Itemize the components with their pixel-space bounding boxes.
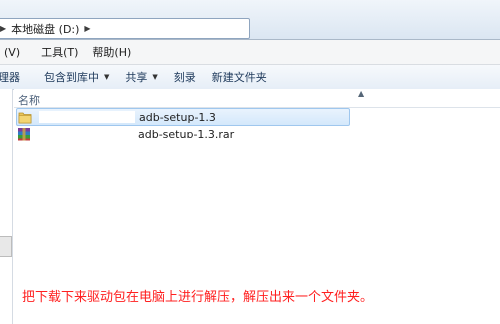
folder-icon (17, 109, 33, 125)
share-label: 共享 (125, 71, 148, 84)
rar-archive-icon (16, 126, 32, 142)
menu-tools[interactable]: 工具(T) (34, 44, 85, 60)
address-segment-root[interactable]: ▶ (0, 19, 9, 38)
burn-label: 刻录 (173, 71, 196, 84)
menu-view[interactable]: (V) (0, 46, 34, 59)
navigation-pane[interactable] (0, 89, 13, 324)
instruction-caption: 把下载下来驱动包在电脑上进行解压，解压出来一个文件夹。 (22, 290, 374, 305)
share-button[interactable]: 共享 ▼ (117, 69, 165, 85)
column-header-row: 名称 ▲ (14, 89, 500, 108)
new-folder-button[interactable]: 新建文件夹 (204, 69, 275, 85)
address-bar-area: ▶ 本地磁盘 (D:) ▶ (0, 0, 500, 40)
include-in-library-label: 包含到库中 (44, 71, 99, 84)
address-box[interactable]: ▶ 本地磁盘 (D:) ▶ (0, 18, 250, 39)
address-segment-drive[interactable]: 本地磁盘 (D:) ▶ (9, 19, 93, 38)
chevron-right-icon[interactable]: ▶ (0, 24, 9, 33)
file-row-folder[interactable]: adb-setup-1.3 (16, 108, 350, 126)
include-in-library-button[interactable]: 包含到库中 ▼ (36, 69, 117, 85)
organize-button[interactable]: 理器 (0, 69, 36, 85)
menu-bar: (V) 工具(T) 帮助(H) (0, 40, 500, 65)
command-toolbar: 理器 包含到库中 ▼ 共享 ▼ 刻录 新建文件夹 (0, 65, 500, 90)
column-header-name[interactable]: 名称 (18, 92, 40, 108)
burn-button[interactable]: 刻录 (166, 69, 204, 85)
redaction-overlay (184, 138, 318, 194)
redaction-overlay (236, 258, 318, 284)
navigation-scrollbar[interactable] (0, 236, 12, 257)
address-segment-label: 本地磁盘 (D:) (11, 22, 80, 36)
redacted-area (38, 128, 134, 140)
sort-ascending-icon: ▲ (358, 89, 365, 98)
organize-label: 理器 (0, 71, 20, 84)
chevron-right-icon[interactable]: ▶ (81, 24, 93, 33)
menu-help[interactable]: 帮助(H) (85, 44, 138, 60)
new-folder-label: 新建文件夹 (211, 71, 267, 84)
redacted-area (39, 111, 135, 123)
dropdown-arrow-icon: ▼ (104, 73, 110, 81)
dropdown-arrow-icon: ▼ (152, 73, 158, 81)
file-name: adb-setup-1.3 (139, 110, 216, 124)
